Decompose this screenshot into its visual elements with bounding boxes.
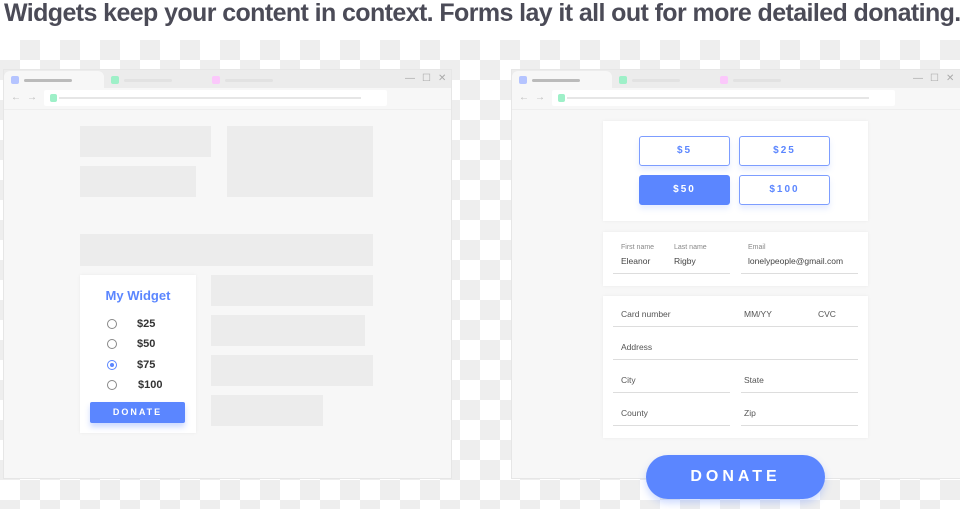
email-underline: [741, 273, 858, 274]
browser-tab-1[interactable]: [512, 71, 612, 88]
browser-tab-3[interactable]: [205, 71, 305, 88]
cvc-field[interactable]: CVC: [818, 309, 836, 319]
card-number-field[interactable]: Card number: [621, 309, 671, 319]
option-label: $100: [138, 379, 163, 391]
url-input[interactable]: [552, 90, 895, 106]
content-placeholder: [80, 234, 373, 266]
form-donate-button[interactable]: DONATE: [646, 455, 825, 499]
address-bar-row: ← →: [4, 88, 451, 110]
tab-title-placeholder: [124, 79, 172, 82]
favicon-icon: [111, 76, 119, 84]
browser-tab-2[interactable]: [612, 71, 712, 88]
browser-tab-3[interactable]: [713, 71, 813, 88]
lock-icon: [558, 94, 565, 102]
close-icon[interactable]: ✕: [946, 73, 954, 84]
field-underline: [741, 392, 858, 393]
field-underline: [741, 425, 858, 426]
state-field[interactable]: State: [744, 375, 764, 385]
content-placeholder: [211, 355, 373, 386]
tab-title-placeholder: [24, 79, 72, 82]
back-arrow-icon[interactable]: ←: [519, 92, 529, 103]
radio-50[interactable]: [107, 339, 117, 349]
close-icon[interactable]: ✕: [438, 73, 446, 84]
tab-title-placeholder: [632, 79, 680, 82]
option-label: $25: [137, 318, 156, 330]
url-placeholder: [567, 97, 869, 99]
minimize-icon[interactable]: —: [913, 73, 923, 84]
favicon-icon: [11, 76, 19, 84]
forward-arrow-icon[interactable]: →: [535, 92, 545, 103]
radio-25[interactable]: [107, 319, 117, 329]
content-placeholder: [211, 315, 365, 346]
radio-100[interactable]: [107, 380, 117, 390]
forward-arrow-icon[interactable]: →: [27, 92, 37, 103]
url-input[interactable]: [44, 90, 387, 106]
amount-button-25[interactable]: $25: [739, 136, 830, 166]
field-underline: [613, 326, 858, 327]
content-placeholder: [211, 275, 373, 306]
radio-75[interactable]: [107, 360, 117, 370]
email-label: Email: [748, 244, 766, 251]
tab-bar: — ☐ ✕: [4, 70, 451, 88]
content-placeholder: [211, 395, 323, 426]
content-placeholder: [80, 166, 196, 197]
back-arrow-icon[interactable]: ←: [11, 92, 21, 103]
amount-button-100[interactable]: $100: [739, 175, 830, 205]
address-bar-row: ← →: [512, 88, 960, 110]
first-name-label: First name: [621, 244, 655, 251]
widget-title: My Widget: [105, 288, 171, 303]
email-field[interactable]: lonelypeople@gmail.com: [748, 256, 843, 266]
last-name-field[interactable]: Rigby: [674, 256, 696, 266]
content-placeholder: [227, 126, 373, 197]
url-placeholder: [59, 97, 361, 99]
favicon-icon: [720, 76, 728, 84]
favicon-icon: [619, 76, 627, 84]
headline: Widgets keep your content in context. Fo…: [0, 0, 960, 40]
browser-tab-1[interactable]: [4, 71, 104, 88]
widget-donate-button[interactable]: DONATE: [90, 402, 185, 423]
personal-info-card: First name Eleanor Last name Rigby Email…: [603, 232, 868, 286]
amount-button-50[interactable]: $50: [639, 175, 730, 205]
payment-address-card: Card number MM/YY CVC Address City State…: [603, 296, 868, 438]
favicon-icon: [519, 76, 527, 84]
tab-title-placeholder: [532, 79, 580, 82]
favicon-icon: [212, 76, 220, 84]
amount-card: $5 $25 $50 $100: [603, 121, 868, 221]
tab-title-placeholder: [225, 79, 273, 82]
name-underline: [613, 273, 730, 274]
minimize-icon[interactable]: —: [405, 73, 415, 84]
city-field[interactable]: City: [621, 375, 636, 385]
lock-icon: [50, 94, 57, 102]
zip-field[interactable]: Zip: [744, 408, 756, 418]
browser-tab-2[interactable]: [104, 71, 204, 88]
amount-button-5[interactable]: $5: [639, 136, 730, 166]
field-underline: [613, 425, 730, 426]
maximize-icon[interactable]: ☐: [422, 73, 431, 84]
expiry-field[interactable]: MM/YY: [744, 309, 772, 319]
county-field[interactable]: County: [621, 408, 648, 418]
maximize-icon[interactable]: ☐: [930, 73, 939, 84]
first-name-field[interactable]: Eleanor: [621, 256, 650, 266]
tab-bar: — ☐ ✕: [512, 70, 960, 88]
content-placeholder: [80, 126, 211, 157]
option-label: $75: [137, 359, 156, 371]
tab-title-placeholder: [733, 79, 781, 82]
field-underline: [613, 392, 730, 393]
last-name-label: Last name: [674, 244, 707, 251]
address-field[interactable]: Address: [621, 342, 652, 352]
donation-widget: My Widget $25 $50 $75 $100 DONATE: [80, 275, 196, 433]
field-underline: [613, 359, 858, 360]
option-label: $50: [137, 338, 156, 350]
